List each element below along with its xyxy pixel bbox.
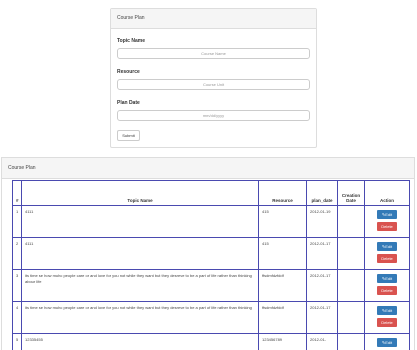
- edit-label: Edit: [385, 212, 393, 217]
- cell-plan-date: 2012-01-17: [306, 301, 338, 334]
- cell-topic: 4111: [21, 205, 259, 238]
- cell-resource: 415: [258, 237, 307, 270]
- cell-topic: its time se how muhc people care or and …: [21, 301, 259, 334]
- col-header-creation-date: Creation Date: [337, 180, 365, 206]
- topic-name-label: Topic Name: [117, 38, 145, 44]
- cell-action: ✎Edit Delete: [364, 301, 410, 334]
- table-row: 2 4111 415 2012-01-17 ✎Edit Delete: [12, 237, 410, 270]
- cell-creation-date: [337, 301, 365, 334]
- col-header-number: #: [12, 180, 22, 206]
- edit-button[interactable]: ✎Edit: [377, 210, 397, 219]
- cell-number: 2: [12, 237, 22, 270]
- list-title: Course Plan: [2, 158, 414, 179]
- delete-button[interactable]: Delete: [377, 318, 397, 327]
- edit-label: Edit: [385, 308, 393, 313]
- delete-button[interactable]: Delete: [377, 286, 397, 295]
- plan-date-label: Plan Date: [117, 100, 140, 106]
- edit-label: Edit: [385, 244, 393, 249]
- col-header-action: Action: [364, 180, 410, 206]
- cell-action: ✎Edit Delete: [364, 269, 410, 302]
- table-row: 3 its time se how muhc people care or and…: [12, 269, 410, 302]
- cell-resource: ffsdmfdzfddf: [258, 301, 307, 334]
- table-row: 4 its time se how muhc people care or and…: [12, 301, 410, 334]
- cell-plan-date: 2012-01-17: [306, 269, 338, 302]
- cell-topic: 4111: [21, 237, 259, 270]
- table-row: 1 4111 415 2012-01-19 ✎Edit Delete: [12, 205, 410, 238]
- course-plan-list-panel: Course Plan # Topic Name Resource plan_d…: [1, 157, 415, 350]
- col-header-resource: Resource: [258, 180, 307, 206]
- cell-plan-date: 2012-01-17: [306, 237, 338, 270]
- delete-button[interactable]: Delete: [377, 222, 397, 231]
- cell-creation-date: [337, 205, 365, 238]
- cell-resource: ffsdmfdzfddf: [258, 269, 307, 302]
- cell-action: ✎Edit Delete: [364, 205, 410, 238]
- edit-button[interactable]: ✎Edit: [377, 274, 397, 283]
- table-header-row: # Topic Name Resource plan_date Creation…: [12, 180, 410, 206]
- cell-creation-date: [337, 269, 365, 302]
- resource-label: Resource: [117, 69, 140, 75]
- edit-button[interactable]: ✎Edit: [377, 306, 397, 315]
- table-row: 5123354551234567892012-01- ✎EditDelete: [12, 333, 410, 350]
- cell-creation-date: [337, 333, 365, 350]
- col-header-plan-date: plan_date: [306, 180, 338, 206]
- edit-label: Edit: [385, 276, 393, 281]
- cell-plan-date: 2012-01-: [306, 333, 338, 350]
- cell-number: 3: [12, 269, 22, 302]
- edit-label: Edit: [385, 340, 393, 345]
- cell-number: 4: [12, 301, 22, 334]
- cell-number: 1: [12, 205, 22, 238]
- form-title: Course Plan: [111, 9, 316, 29]
- edit-button[interactable]: ✎Edit: [377, 338, 397, 347]
- plan-date-input[interactable]: mm/dd/yyyy: [117, 110, 310, 121]
- cell-number: 5: [12, 333, 22, 350]
- submit-button[interactable]: Submit: [117, 130, 140, 141]
- resource-input[interactable]: Course Unit: [117, 79, 310, 90]
- col-header-topic: Topic Name: [21, 180, 259, 206]
- edit-button[interactable]: ✎Edit: [377, 242, 397, 251]
- cell-action: ✎EditDelete: [364, 333, 410, 350]
- delete-button[interactable]: Delete: [377, 254, 397, 263]
- cell-resource: 123456789: [258, 333, 307, 350]
- cell-action: ✎Edit Delete: [364, 237, 410, 270]
- course-plan-form: Course Plan Topic Name Course Name Resou…: [110, 8, 317, 148]
- topic-name-input[interactable]: Course Name: [117, 48, 310, 59]
- cell-resource: 415: [258, 205, 307, 238]
- cell-topic: 12335455: [21, 333, 259, 350]
- cell-topic: its time se how muhc people care or and …: [21, 269, 259, 302]
- course-plan-table: # Topic Name Resource plan_date Creation…: [12, 180, 410, 350]
- cell-plan-date: 2012-01-19: [306, 205, 338, 238]
- cell-creation-date: [337, 237, 365, 270]
